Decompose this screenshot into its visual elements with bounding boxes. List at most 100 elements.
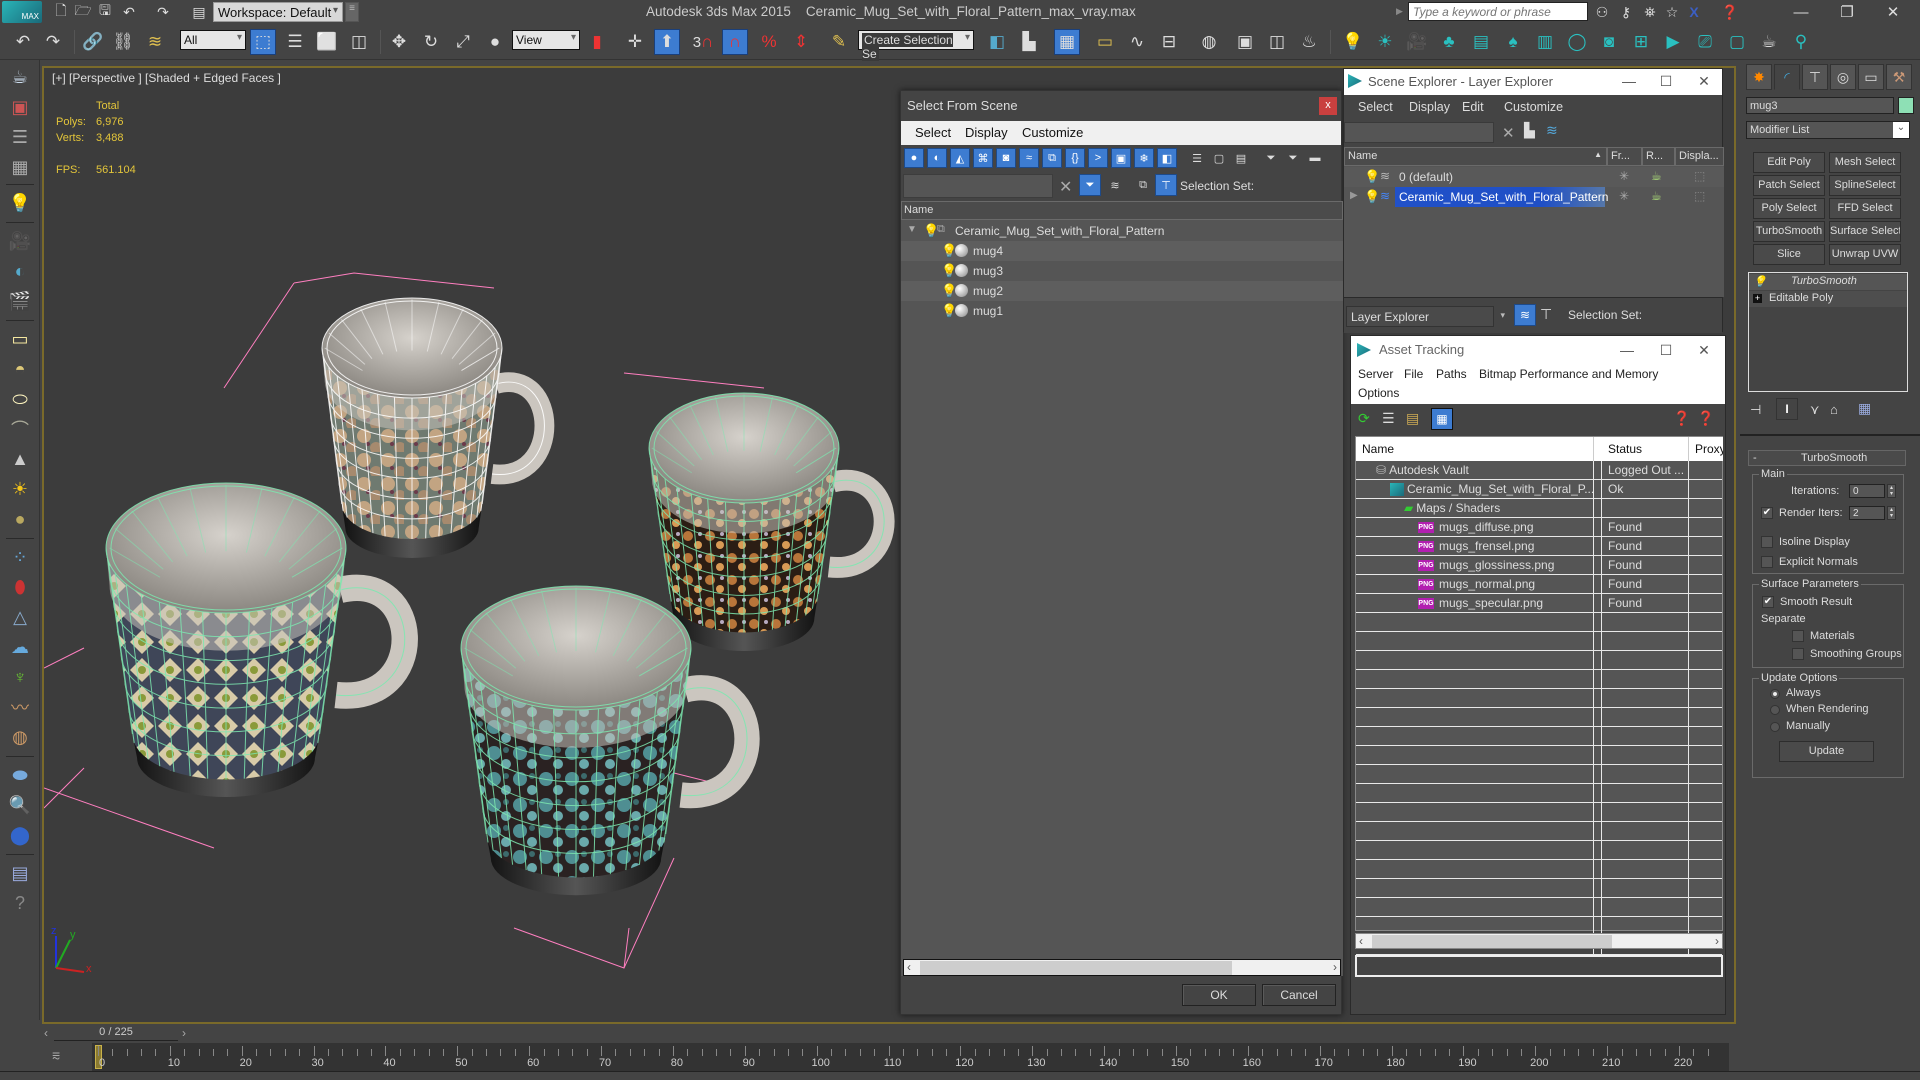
spinner-arrows-icon[interactable]: ▴ ▾ (1887, 506, 1896, 520)
asset-row-empty[interactable] (1356, 898, 1722, 917)
display-tab-icon[interactable]: ▭ (1858, 64, 1884, 90)
render-iters-spinner[interactable] (1849, 506, 1885, 520)
filter-containers-icon[interactable]: ▣ (1111, 148, 1131, 168)
grass-icon[interactable]: ♆ (6, 664, 34, 690)
hair-fur-icon[interactable]: 〰 (6, 694, 34, 720)
ornatrix-icon[interactable]: ◍ (6, 724, 34, 750)
show-end-result-icon[interactable]: I (1776, 398, 1798, 420)
proxy-column-header[interactable]: Proxy (1689, 437, 1723, 461)
spinner-arrows-icon[interactable]: ▴ ▾ (1887, 484, 1896, 498)
layer-new-icon[interactable]: ≋ (1546, 122, 1558, 139)
modifier-button-mesh-select[interactable]: Mesh Select (1829, 152, 1901, 173)
shadow-ball-icon[interactable]: ⬤ (6, 822, 34, 848)
asset-row-empty[interactable] (1356, 632, 1722, 651)
zoom-region-icon[interactable]: 🔍 (6, 792, 34, 818)
modifier-button-slice[interactable]: Slice (1753, 244, 1825, 265)
percent-snap-icon[interactable]: % (756, 29, 782, 55)
display-box-icon[interactable]: ⬚ (1694, 169, 1705, 183)
spot-light-icon[interactable]: ▲ (6, 446, 34, 472)
asset-row-empty[interactable] (1356, 613, 1722, 632)
scroll-left-icon[interactable]: ‹ (1359, 934, 1363, 948)
customize-toolbar-icon[interactable]: ≡ (345, 2, 359, 22)
close-button[interactable]: ✕ (1689, 70, 1719, 92)
light-lister-icon[interactable]: 💡 (6, 190, 34, 216)
timeline-ruler[interactable]: 0 10 20 30 40 50 60 70 80 90 100 110 120 130 140 150 160… (92, 1043, 1729, 1071)
schematic-view-icon[interactable]: ⊟ (1156, 29, 1182, 55)
panel-grid-icon[interactable]: ▦ (6, 154, 34, 180)
redo-icon[interactable]: ↷ (40, 29, 66, 55)
freeze-icon[interactable]: ✳ (1619, 169, 1629, 183)
bind-space-warp-icon[interactable]: ≋ (142, 29, 168, 55)
search-input[interactable] (1408, 2, 1588, 21)
select-children-filter-icon[interactable]: ⏷ (1079, 174, 1101, 196)
filter-frozen-icon[interactable]: ❄ (1134, 148, 1154, 168)
tree-view-icon[interactable]: ▤ (1406, 410, 1419, 427)
cloud-icon[interactable]: ☁ (6, 634, 34, 660)
vray-export-icon[interactable]: ▥ (1532, 29, 1558, 55)
named-selection-dropdown[interactable]: Create Selection Se ▾ (858, 30, 974, 61)
asset-row[interactable]: ▰ Maps / Shaders (1356, 499, 1722, 518)
rendered-frame-icon[interactable]: ◫ (1264, 29, 1290, 55)
search-expand-icon[interactable]: ▶ (1396, 6, 1403, 17)
mirror-icon[interactable]: ◧ (984, 29, 1010, 55)
list-view-icon[interactable]: ☰ (1382, 410, 1395, 427)
filter-space-warps-icon[interactable]: ≈ (1019, 148, 1039, 168)
expand-arrow-icon[interactable]: ▶ (1350, 190, 1358, 201)
redo-icon[interactable]: ↷ (154, 3, 172, 21)
materials-checkbox[interactable] (1792, 630, 1804, 642)
mesh-light-icon[interactable]: ⌒ (6, 416, 34, 442)
menu-customize[interactable]: Customize (1504, 100, 1563, 114)
table-view-icon[interactable]: ▦ (1431, 408, 1453, 430)
name-column-header[interactable]: Name ▲ (1344, 147, 1607, 166)
vray-plane-icon[interactable]: ▢ (1724, 29, 1750, 55)
find-input[interactable] (1344, 122, 1494, 143)
menu-file[interactable]: File (1404, 367, 1423, 381)
display-column-header[interactable]: Displa... (1675, 147, 1724, 166)
vray-fur-icon[interactable]: ♣ (1436, 29, 1462, 55)
render-production-icon[interactable]: ♨ (1296, 29, 1322, 55)
help-vault-icon[interactable]: ❓ (1673, 410, 1690, 427)
rectangular-selection-icon[interactable]: ⬜ (314, 29, 340, 55)
tree-row-group[interactable]: ▼ 💡 ⧉ Ceramic_Mug_Set_with_Floral_Patter… (901, 221, 1343, 241)
freeze-icon[interactable]: ✳ (1619, 189, 1629, 203)
render-column-header[interactable]: R... (1642, 147, 1675, 166)
app-menu-button[interactable]: MAX (2, 1, 42, 23)
scroll-right-icon[interactable]: › (1333, 960, 1337, 974)
stack-item-editable-poly[interactable]: + Editable Poly (1749, 291, 1907, 307)
smoothing-groups-checkbox[interactable] (1792, 648, 1804, 660)
help-icon[interactable]: ❓ (1720, 2, 1740, 22)
motion-tab-icon[interactable]: ◎ (1830, 64, 1856, 90)
pyramid-icon[interactable]: △ (6, 604, 34, 630)
window-crossing-icon[interactable]: ◫ (346, 29, 372, 55)
modifier-button-edit-poly[interactable]: Edit Poly (1753, 152, 1825, 173)
scroll-left-icon[interactable]: ‹ (907, 960, 911, 974)
star-icon[interactable]: ☆ (1662, 2, 1682, 22)
asset-row[interactable]: ⛁ Autodesk Vault Logged Out ... (1356, 461, 1722, 480)
scroll-thumb[interactable] (1372, 935, 1612, 948)
scroll-thumb[interactable] (920, 961, 1232, 975)
video-camera-icon[interactable]: 🎬 (6, 288, 34, 314)
move-icon[interactable]: ✥ (386, 29, 412, 55)
ellipse-icon[interactable]: ⬬ (6, 762, 34, 788)
render-teapot-icon[interactable]: ☕ (1651, 189, 1662, 203)
spinner-snap-icon[interactable]: ⇕ (788, 29, 814, 55)
selection-filter-dropdown[interactable]: All ▾ (180, 30, 246, 50)
filter-cameras-icon[interactable]: ⌘ (973, 148, 993, 168)
minimize-button[interactable]: — (1614, 70, 1644, 92)
asset-row-empty[interactable] (1356, 860, 1722, 879)
pin-stack-icon[interactable]: ⊣ (1750, 402, 1761, 418)
curve-editor-icon[interactable]: ∿ (1124, 29, 1150, 55)
asset-row-empty[interactable] (1356, 803, 1722, 822)
funnel-icon[interactable]: ⏷ (1261, 148, 1281, 168)
key-icon[interactable]: ⚷ (1616, 2, 1636, 22)
status-column-header[interactable]: Status (1602, 437, 1689, 461)
name-column-header[interactable]: Name (1356, 437, 1594, 461)
radio-always[interactable] (1770, 689, 1780, 699)
menu-display[interactable]: Display (1409, 100, 1450, 114)
minimize-button[interactable]: — (1612, 339, 1642, 361)
sort-by-layer-icon[interactable]: ⧉ (1133, 175, 1153, 195)
explorer-mode-dropdown[interactable]: Layer Explorer ▾ (1346, 306, 1505, 327)
display-invert-icon[interactable]: ▤ (1231, 148, 1251, 168)
hierarchy-icon[interactable]: ⊤ (1540, 306, 1552, 323)
dialog-title[interactable]: Select From Scene (901, 91, 1341, 121)
